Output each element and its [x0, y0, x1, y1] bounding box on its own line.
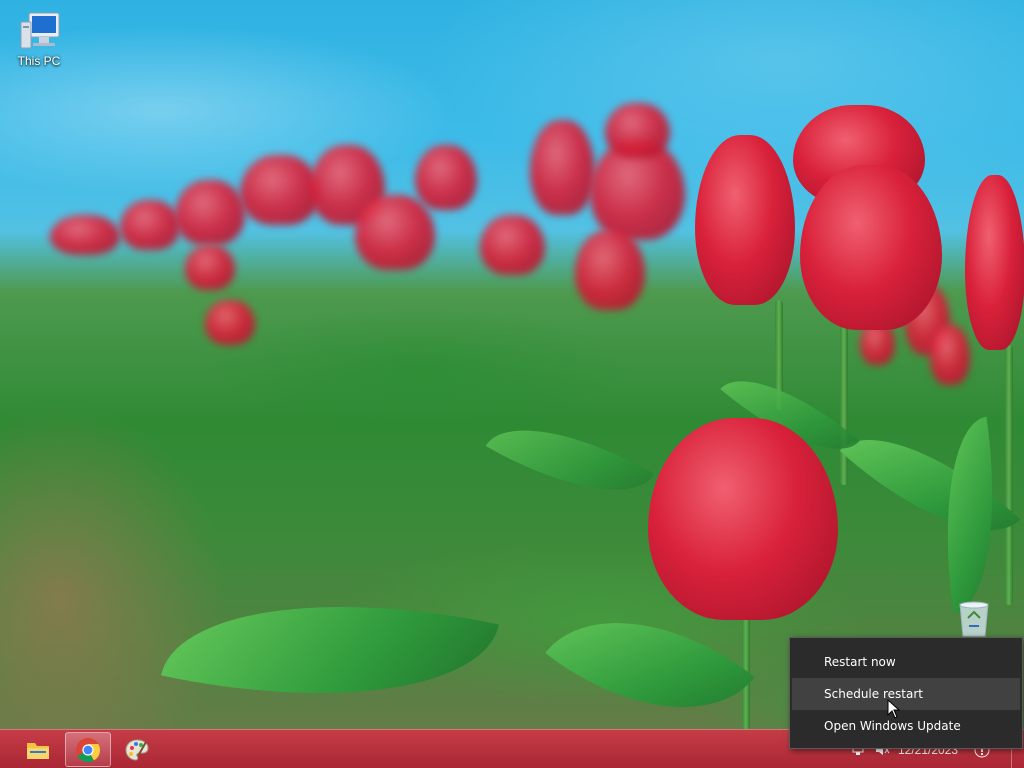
desktop-icon-label: This PC: [17, 54, 61, 68]
update-context-menu: Restart now Schedule restart Open Window…: [789, 637, 1023, 749]
chrome-icon: [76, 737, 101, 762]
wallpaper-tulip: [965, 175, 1024, 350]
wallpaper-tulip: [175, 180, 245, 245]
mouse-cursor-icon: [887, 699, 901, 719]
wallpaper-tulip: [695, 135, 795, 305]
wallpaper-tulip: [185, 245, 235, 290]
desktop: This PC 12/21/2023 Restart now Schedule …: [0, 0, 1024, 768]
menu-item-restart-now[interactable]: Restart now: [792, 646, 1020, 678]
wallpaper-tulip: [480, 215, 545, 275]
paint-palette-icon: [125, 738, 149, 761]
wallpaper-tulip: [120, 200, 180, 250]
taskbar-chrome[interactable]: [65, 732, 111, 767]
recycle-bin-icon: [959, 601, 989, 637]
wallpaper-tulip: [800, 165, 942, 330]
wallpaper-stem: [1005, 345, 1013, 605]
menu-item-schedule-restart[interactable]: Schedule restart: [792, 678, 1020, 710]
menu-item-open-windows-update[interactable]: Open Windows Update: [792, 710, 1020, 742]
wallpaper-tulip: [355, 195, 435, 270]
wallpaper-tulip: [575, 230, 645, 310]
folder-icon: [27, 742, 49, 759]
wallpaper-tulip: [530, 120, 595, 215]
taskbar-file-explorer[interactable]: [15, 732, 61, 767]
wallpaper-tulip: [605, 103, 670, 158]
desktop-icon-this-pc[interactable]: This PC: [7, 10, 71, 68]
desktop-icon-recycle-bin[interactable]: [954, 600, 994, 640]
computer-icon: [20, 12, 60, 49]
taskbar-paint[interactable]: [114, 732, 160, 767]
wallpaper-tulip: [415, 145, 477, 210]
wallpaper-tulip: [240, 155, 320, 225]
wallpaper-stem: [840, 325, 848, 485]
wallpaper-tulip: [50, 215, 120, 255]
wallpaper-tulip: [205, 300, 255, 345]
wallpaper-tulip: [930, 325, 970, 385]
wallpaper-tulip: [648, 418, 838, 620]
